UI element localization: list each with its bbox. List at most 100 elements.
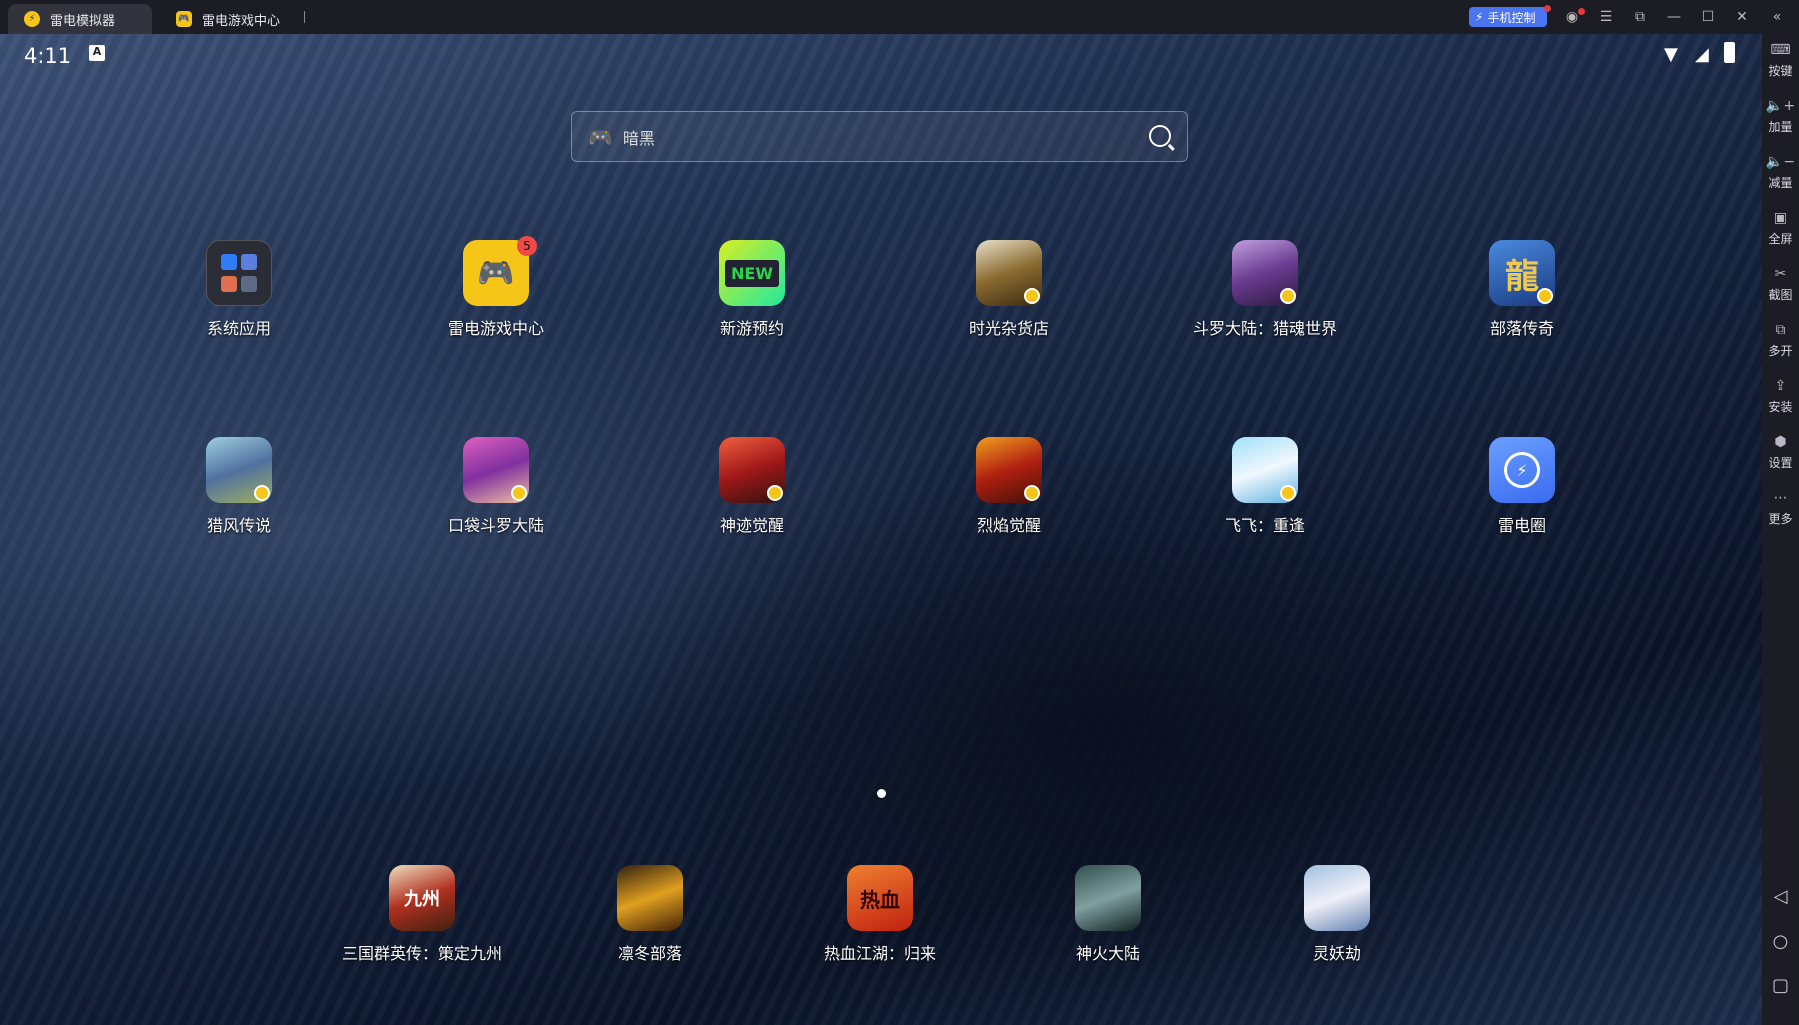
sidebar-label: 减量 <box>1768 176 1793 190</box>
sidebar-multi-instance[interactable]: ⧉ 多开 <box>1762 322 1799 359</box>
search-input[interactable]: 🎮 暗黑 <box>571 111 1188 162</box>
leidian-badge-icon <box>767 485 783 501</box>
leidian-badge-icon <box>511 485 527 501</box>
sidebar-label: 加量 <box>1768 120 1793 134</box>
icon-text: NEW <box>725 259 779 287</box>
game-icon <box>719 437 785 503</box>
sidebar-volume-down[interactable]: 🔈− 减量 <box>1762 154 1799 191</box>
sidebar-install[interactable]: ⇪ 安装 <box>1762 378 1799 415</box>
sidebar-label: 截图 <box>1768 288 1793 302</box>
sidebar-label: 全屏 <box>1768 232 1793 246</box>
sidebar-label: 多开 <box>1768 344 1793 358</box>
gamepad-icon: 🎮 <box>176 11 192 27</box>
game-icon <box>976 240 1042 306</box>
leidian-badge-icon <box>1280 485 1296 501</box>
app-koudai[interactable]: 口袋斗罗大陆 <box>396 437 596 536</box>
new-game-icon: NEW <box>719 240 785 306</box>
app-shenji[interactable]: 神迹觉醒 <box>652 437 852 536</box>
app-label: 斗罗大陆：猎魂世界 <box>1192 319 1337 338</box>
gamepad-icon: 🎮 <box>588 124 613 149</box>
dock-app-lindong[interactable]: 凛冬部落 <box>550 865 750 964</box>
app-label: 灵妖劫 <box>1312 944 1361 963</box>
game-icon: 热血 <box>847 865 913 931</box>
gamepad-icon: 🎮 5 <box>463 236 537 306</box>
keyboard-indicator-icon: A <box>89 45 105 61</box>
app-label: 系统应用 <box>206 319 271 338</box>
game-icon <box>463 437 529 503</box>
app-shiguang[interactable]: 时光杂货店 <box>909 240 1109 339</box>
dock-app-shenhuo[interactable]: 神火大陆 <box>1008 865 1208 964</box>
game-icon <box>1304 865 1370 931</box>
tab-divider <box>304 11 305 23</box>
gear-icon: ⬢ <box>1774 434 1787 450</box>
right-toolbar: ⌨ 按键 🔈+ 加量 🔈− 减量 ▣ 全屏 ✂ 截图 ⧉ 多开 ⇪ 安装 ⬢ 设置 ⋯ 更多 ◁ … <box>1762 34 1799 1025</box>
app-label: 神迹觉醒 <box>719 516 784 535</box>
recents-button[interactable]: ▢ <box>1762 975 1799 996</box>
app-label: 飞飞：重逢 <box>1224 516 1305 535</box>
signal-icon: ◢ <box>1695 44 1709 65</box>
game-icon <box>617 865 683 931</box>
app-leidianquan[interactable]: ⚡ 雷电圈 <box>1422 437 1622 536</box>
phone-control-label: 手机控制 <box>1487 10 1536 25</box>
sidebar-more[interactable]: ⋯ 更多 <box>1762 490 1799 527</box>
game-icon: 龍 <box>1489 240 1555 306</box>
icon-text: 龍 <box>1505 256 1539 297</box>
game-icon <box>1232 437 1298 503</box>
sidebar-volume-up[interactable]: 🔈+ 加量 <box>1762 98 1799 135</box>
leidian-logo-icon: ⚡ <box>24 11 40 27</box>
tab-game-center[interactable]: 🎮 雷电游戏中心 <box>160 4 300 34</box>
leidian-badge-icon <box>1537 288 1553 304</box>
sidebar-label: 按键 <box>1768 64 1793 78</box>
game-icon <box>976 437 1042 503</box>
sidebar-keymap[interactable]: ⌨ 按键 <box>1762 42 1799 79</box>
app-label: 烈焰觉醒 <box>976 516 1041 535</box>
icon-text: 热血 <box>860 887 900 912</box>
apk-install-icon: ⇪ <box>1774 378 1787 394</box>
minimize-icon[interactable]: — <box>1664 7 1684 27</box>
app-label: 时光杂货店 <box>968 319 1049 338</box>
tab-emulator[interactable]: ⚡ 雷电模拟器 <box>8 4 152 34</box>
sidebar-label: 安装 <box>1768 400 1793 414</box>
menu-icon[interactable]: ☰ <box>1596 7 1616 27</box>
app-game-center[interactable]: 🎮 5 雷电游戏中心 <box>396 236 596 339</box>
game-icon <box>206 437 272 503</box>
back-button[interactable]: ◁ <box>1762 886 1799 907</box>
app-system-apps[interactable]: 系统应用 <box>139 240 339 339</box>
multi-window-icon: ⧉ <box>1775 322 1786 338</box>
leidian-badge-icon <box>1024 288 1040 304</box>
dock-app-rexue[interactable]: 热血 热血江湖：归来 <box>780 865 980 964</box>
sidebar-label: 设置 <box>1768 456 1793 470</box>
scissors-icon: ✂ <box>1774 266 1787 282</box>
sidebar-label: 更多 <box>1768 512 1793 526</box>
more-icon: ⋯ <box>1773 490 1788 506</box>
maximize-icon[interactable]: ☐ <box>1698 7 1718 27</box>
fullscreen-icon: ▣ <box>1773 210 1788 226</box>
sidebar-settings[interactable]: ⬢ 设置 <box>1762 434 1799 471</box>
restore-window-icon[interactable]: ⧉ <box>1630 7 1650 27</box>
dock-app-sanguo[interactable]: 九州 三国群英传：策定九州 <box>322 865 522 964</box>
app-douluo[interactable]: 斗罗大陆：猎魂世界 <box>1165 240 1365 339</box>
sidebar-screenshot[interactable]: ✂ 截图 <box>1762 266 1799 303</box>
volume-up-icon: 🔈+ <box>1765 98 1796 114</box>
tab-label: 雷电模拟器 <box>50 13 116 29</box>
app-label: 猎风传说 <box>206 516 271 535</box>
sidebar-fullscreen[interactable]: ▣ 全屏 <box>1762 210 1799 247</box>
app-feifei[interactable]: 飞飞：重逢 <box>1165 437 1365 536</box>
app-label: 雷电游戏中心 <box>447 319 544 338</box>
app-new-games[interactable]: NEW 新游预约 <box>652 240 852 339</box>
lightning-circle-icon: ⚡ <box>1489 437 1555 503</box>
collapse-sidebar-icon[interactable]: « <box>1767 7 1787 27</box>
home-button[interactable]: ○ <box>1762 931 1799 952</box>
search-icon[interactable] <box>1149 125 1171 147</box>
app-liefeng[interactable]: 猎风传说 <box>139 437 339 536</box>
game-icon <box>1075 865 1141 931</box>
volume-down-icon: 🔈− <box>1765 154 1796 170</box>
close-icon[interactable]: ✕ <box>1732 7 1752 27</box>
icon-text: 九州 <box>404 889 440 910</box>
dock-app-lingyao[interactable]: 灵妖劫 <box>1237 865 1437 964</box>
tab-label: 雷电游戏中心 <box>202 13 281 29</box>
app-buluo[interactable]: 龍部落传奇 <box>1422 240 1622 339</box>
phone-control-button[interactable]: ⚡ 手机控制 <box>1469 7 1547 27</box>
leidian-badge-icon <box>1280 288 1296 304</box>
app-lieyan[interactable]: 烈焰觉醒 <box>909 437 1109 536</box>
